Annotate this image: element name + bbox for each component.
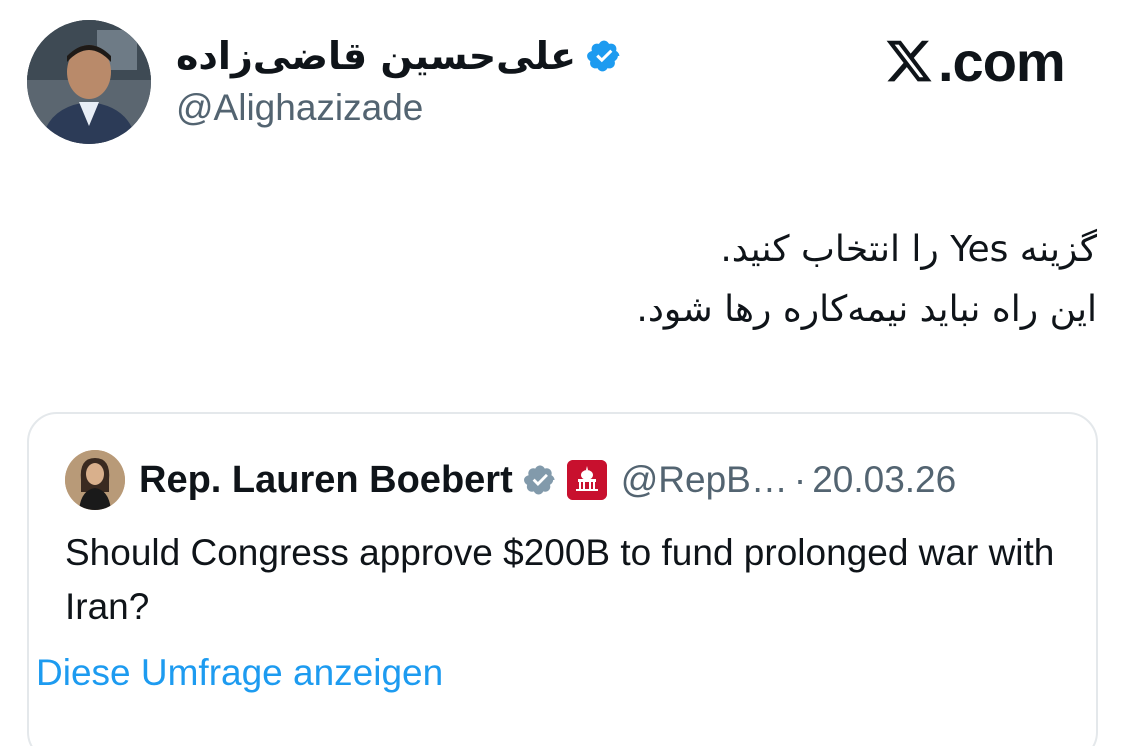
- tweet-screenshot: علی‌حسین قاضی‌زاده @Alighazizade .com گز…: [0, 0, 1125, 746]
- show-poll-link[interactable]: Diese Umfrage anzeigen: [36, 652, 443, 694]
- verified-badge-icon: [523, 465, 555, 495]
- tweet-line-1: گزینه Yes را انتخاب کنید.: [720, 229, 1097, 270]
- person-avatar-icon: [65, 450, 125, 510]
- x-com-logo: .com: [884, 29, 1066, 93]
- separator-dot: ·: [793, 459, 807, 500]
- author-name-row: علی‌حسین قاضی‌زاده: [176, 30, 622, 82]
- quoted-tweet-date[interactable]: 20.03.26: [812, 459, 956, 501]
- site-domain-label: .com: [938, 29, 1066, 93]
- quoted-tweet-header: Rep. Lauren Boebert @RepB… · 20.03.26: [65, 450, 956, 510]
- house-gop-badge-icon: [566, 460, 607, 500]
- verified-badge-icon: [587, 40, 620, 72]
- author-display-name[interactable]: علی‌حسین قاضی‌زاده: [176, 37, 576, 75]
- quoted-tweet-text: Should Congress approve $200B to fund pr…: [65, 532, 1055, 627]
- tweet-line-2: این راه نباید نیمه‌کاره رها شود.: [636, 289, 1097, 330]
- quoted-author-avatar[interactable]: [65, 450, 125, 510]
- quoted-tweet-card[interactable]: Rep. Lauren Boebert @RepB… · 20.03.26 Sh…: [27, 412, 1098, 746]
- quoted-author-handle[interactable]: @RepB…: [621, 459, 788, 501]
- x-logo-icon: [886, 40, 932, 82]
- person-avatar-icon: [27, 20, 151, 144]
- tweet-text: گزینه Yes را انتخاب کنید. این راه نباید …: [297, 220, 1097, 340]
- author-handle[interactable]: @Alighazizade: [176, 86, 423, 130]
- author-avatar[interactable]: [27, 20, 151, 144]
- quoted-author-name[interactable]: Rep. Lauren Boebert: [139, 459, 513, 502]
